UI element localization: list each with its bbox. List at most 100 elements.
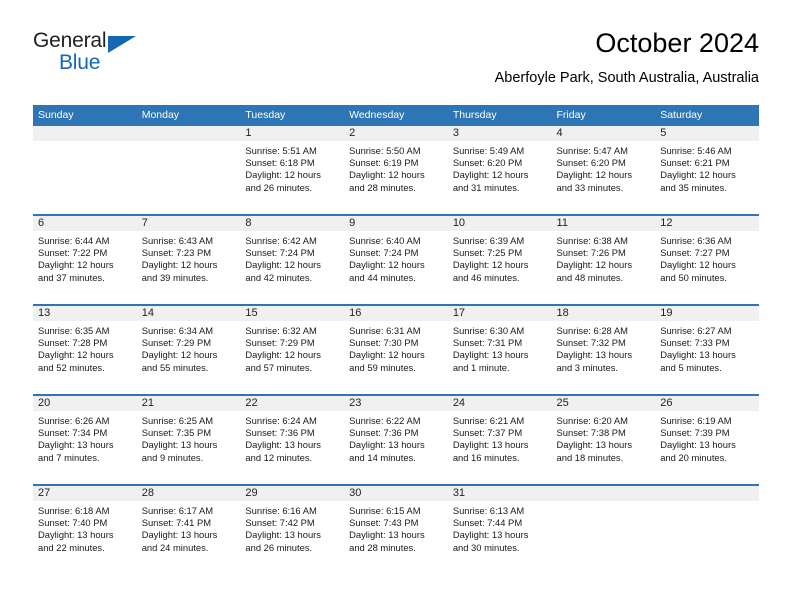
day-number: 11	[551, 216, 656, 231]
day-details: Sunrise: 6:17 AM Sunset: 7:41 PM Daylight:…	[137, 501, 241, 554]
day-number: 4	[551, 126, 656, 141]
day-details: Sunrise: 6:25 AM Sunset: 7:35 PM Daylight:…	[137, 411, 241, 464]
day-number: 13	[33, 306, 137, 321]
day-cell[interactable]: 17 Sunrise: 6:30 AM Sunset: 7:31 PM Dayligh…	[447, 304, 552, 395]
day-cell[interactable]: 26 Sunrise: 6:19 AM Sunset: 7:39 PM Dayligh…	[655, 394, 759, 485]
daylight-text-line1: Daylight: 13 hours	[452, 439, 529, 451]
daylight-text-line2: and 57 minutes.	[245, 361, 313, 373]
day-cell[interactable]: 9 Sunrise: 6:40 AM Sunset: 7:24 PM Daylight…	[344, 214, 448, 305]
sunrise-text: Sunrise: 6:21 AM	[452, 415, 525, 426]
day-cell[interactable]: 16 Sunrise: 6:31 AM Sunset: 7:30 PM Dayligh…	[344, 304, 448, 395]
daylight-text-line1: Daylight: 12 hours	[245, 169, 321, 181]
day-cell[interactable]: 27 Sunrise: 6:18 AM Sunset: 7:40 PM Dayligh…	[33, 484, 137, 574]
day-number: 17	[447, 306, 552, 321]
day-number: 9	[344, 216, 448, 231]
day-cell[interactable]: 22 Sunrise: 6:24 AM Sunset: 7:36 PM Dayligh…	[240, 394, 345, 485]
day-cell[interactable]: 13 Sunrise: 6:35 AM Sunset: 7:28 PM Dayligh…	[33, 304, 137, 395]
daylight-text-line2: and 14 minutes.	[349, 451, 416, 463]
day-cell[interactable]: 11 Sunrise: 6:38 AM Sunset: 7:26 PM Dayligh…	[551, 214, 656, 305]
day-cell[interactable]: 10 Sunrise: 6:39 AM Sunset: 7:25 PM Dayligh…	[447, 214, 552, 305]
daylight-text-line2: and 42 minutes.	[245, 271, 313, 283]
day-number: 8	[240, 216, 345, 231]
sunrise-text: Sunrise: 6:28 AM	[556, 325, 628, 336]
day-cell[interactable]: 6 Sunrise: 6:44 AM Sunset: 7:22 PM Daylight…	[33, 214, 137, 305]
day-cell[interactable]: 5 Sunrise: 5:46 AM Sunset: 6:21 PM Daylight…	[655, 126, 759, 215]
sunrise-text: Sunrise: 6:15 AM	[349, 505, 421, 516]
day-details: Sunrise: 5:47 AM Sunset: 6:20 PM Daylight:…	[552, 141, 656, 194]
day-number: 15	[240, 306, 345, 321]
sunset-text: Sunset: 7:44 PM	[452, 517, 523, 529]
page-subtitle: Aberfoyle Park, South Australia, Austral…	[494, 70, 759, 86]
day-cell[interactable]: 1 Sunrise: 5:51 AM Sunset: 6:18 PM Daylight…	[240, 126, 345, 215]
daylight-text-line2: and 28 minutes.	[349, 181, 416, 193]
day-cell[interactable]	[136, 126, 241, 215]
title-block: October 2024 Aberfoyle Park, South Austr…	[495, 26, 759, 88]
day-number: 31	[447, 486, 552, 501]
daylight-text-line1: Daylight: 13 hours	[660, 349, 736, 361]
day-cell[interactable]: 21 Sunrise: 6:25 AM Sunset: 7:35 PM Dayligh…	[136, 394, 241, 485]
sunrise-text: Sunrise: 6:25 AM	[141, 415, 214, 426]
sunset-text: Sunset: 7:32 PM	[556, 337, 626, 349]
sunrise-text: Sunrise: 6:40 AM	[349, 235, 421, 246]
day-cell[interactable]: 18 Sunrise: 6:28 AM Sunset: 7:32 PM Dayligh…	[551, 304, 656, 395]
sunrise-text: Sunrise: 6:36 AM	[660, 235, 732, 246]
logo-text-blue: Blue	[59, 51, 101, 74]
sunset-text: Sunset: 7:33 PM	[660, 337, 730, 349]
sunset-text: Sunset: 7:28 PM	[38, 337, 108, 349]
day-cell[interactable]: 19 Sunrise: 6:27 AM Sunset: 7:33 PM Dayligh…	[655, 304, 759, 395]
daylight-text-line2: and 31 minutes.	[452, 181, 520, 193]
day-cell[interactable]: 25 Sunrise: 6:20 AM Sunset: 7:38 PM Dayligh…	[551, 394, 656, 485]
day-cell[interactable]	[655, 484, 759, 574]
day-cell[interactable]: 31 Sunrise: 6:13 AM Sunset: 7:44 PM Dayligh…	[447, 484, 552, 574]
day-cell[interactable]: 30 Sunrise: 6:15 AM Sunset: 7:43 PM Dayligh…	[344, 484, 448, 574]
calendar-body: 1 Sunrise: 5:51 AM Sunset: 6:18 PM Daylight…	[33, 126, 759, 574]
day-cell[interactable]: 23 Sunrise: 6:22 AM Sunset: 7:36 PM Dayligh…	[344, 394, 448, 485]
day-cell[interactable]: 29 Sunrise: 6:16 AM Sunset: 7:42 PM Dayligh…	[240, 484, 345, 574]
sunrise-text: Sunrise: 5:46 AM	[660, 145, 732, 156]
day-details: Sunrise: 6:26 AM Sunset: 7:34 PM Daylight:…	[33, 411, 137, 464]
weekday-header-wednesday: Wednesday	[344, 105, 448, 126]
day-cell[interactable]: 15 Sunrise: 6:32 AM Sunset: 7:29 PM Dayligh…	[240, 304, 345, 395]
daylight-text-line1: Daylight: 12 hours	[245, 349, 321, 361]
day-details: Sunrise: 6:35 AM Sunset: 7:28 PM Daylight:…	[33, 321, 137, 374]
day-cell[interactable]: 2 Sunrise: 5:50 AM Sunset: 6:19 PM Daylight…	[344, 126, 448, 215]
daylight-text-line1: Daylight: 12 hours	[452, 169, 529, 181]
daylight-text-line2: and 3 minutes.	[556, 361, 619, 373]
sunset-text: Sunset: 6:20 PM	[556, 157, 626, 169]
sunset-text: Sunset: 7:42 PM	[245, 517, 315, 529]
day-cell[interactable]: 28 Sunrise: 6:17 AM Sunset: 7:41 PM Dayligh…	[136, 484, 241, 574]
sunset-text: Sunset: 7:43 PM	[349, 517, 419, 529]
week-row: 1 Sunrise: 5:51 AM Sunset: 6:18 PM Daylight…	[33, 126, 759, 215]
weekday-header-monday: Monday	[136, 105, 241, 126]
day-cell[interactable]	[551, 484, 656, 574]
weekday-header-tuesday: Tuesday	[240, 105, 345, 126]
week-row: 27 Sunrise: 6:18 AM Sunset: 7:40 PM Dayligh…	[33, 484, 759, 574]
daylight-text-line2: and 55 minutes.	[141, 361, 209, 373]
day-details: Sunrise: 5:49 AM Sunset: 6:20 PM Daylight:…	[448, 141, 552, 194]
day-details: Sunrise: 6:30 AM Sunset: 7:31 PM Daylight:…	[448, 321, 552, 374]
day-cell[interactable]: 3 Sunrise: 5:49 AM Sunset: 6:20 PM Daylight…	[447, 126, 552, 215]
day-cell[interactable]: 8 Sunrise: 6:42 AM Sunset: 7:24 PM Daylight…	[240, 214, 345, 305]
weekday-header-sunday: Sunday	[33, 105, 137, 126]
day-details: Sunrise: 5:50 AM Sunset: 6:19 PM Daylight:…	[344, 141, 448, 194]
sunrise-text: Sunrise: 6:35 AM	[38, 325, 110, 336]
day-cell[interactable]: 7 Sunrise: 6:43 AM Sunset: 7:23 PM Daylight…	[136, 214, 241, 305]
day-cell[interactable]: 20 Sunrise: 6:26 AM Sunset: 7:34 PM Dayligh…	[33, 394, 137, 485]
daylight-text-line2: and 16 minutes.	[452, 451, 520, 463]
day-cell[interactable]	[33, 126, 137, 215]
sunset-text: Sunset: 7:24 PM	[349, 247, 419, 259]
day-details	[137, 141, 241, 145]
day-cell[interactable]: 14 Sunrise: 6:34 AM Sunset: 7:29 PM Dayligh…	[136, 304, 241, 395]
day-number: 24	[447, 396, 552, 411]
sunrise-text: Sunrise: 6:19 AM	[660, 415, 732, 426]
day-cell[interactable]: 12 Sunrise: 6:36 AM Sunset: 7:27 PM Dayligh…	[655, 214, 759, 305]
day-cell[interactable]: 24 Sunrise: 6:21 AM Sunset: 7:37 PM Dayligh…	[447, 394, 552, 485]
day-cell[interactable]: 4 Sunrise: 5:47 AM Sunset: 6:20 PM Daylight…	[551, 126, 656, 215]
daylight-text-line2: and 9 minutes.	[141, 451, 204, 463]
generalblue-logo[interactable]: General Blue	[33, 28, 253, 84]
daylight-text-line2: and 26 minutes.	[245, 181, 313, 193]
daylight-text-line2: and 28 minutes.	[349, 541, 416, 553]
day-details: Sunrise: 6:38 AM Sunset: 7:26 PM Daylight:…	[552, 231, 656, 284]
sunset-text: Sunset: 7:24 PM	[245, 247, 315, 259]
sunrise-text: Sunrise: 6:43 AM	[141, 235, 214, 246]
